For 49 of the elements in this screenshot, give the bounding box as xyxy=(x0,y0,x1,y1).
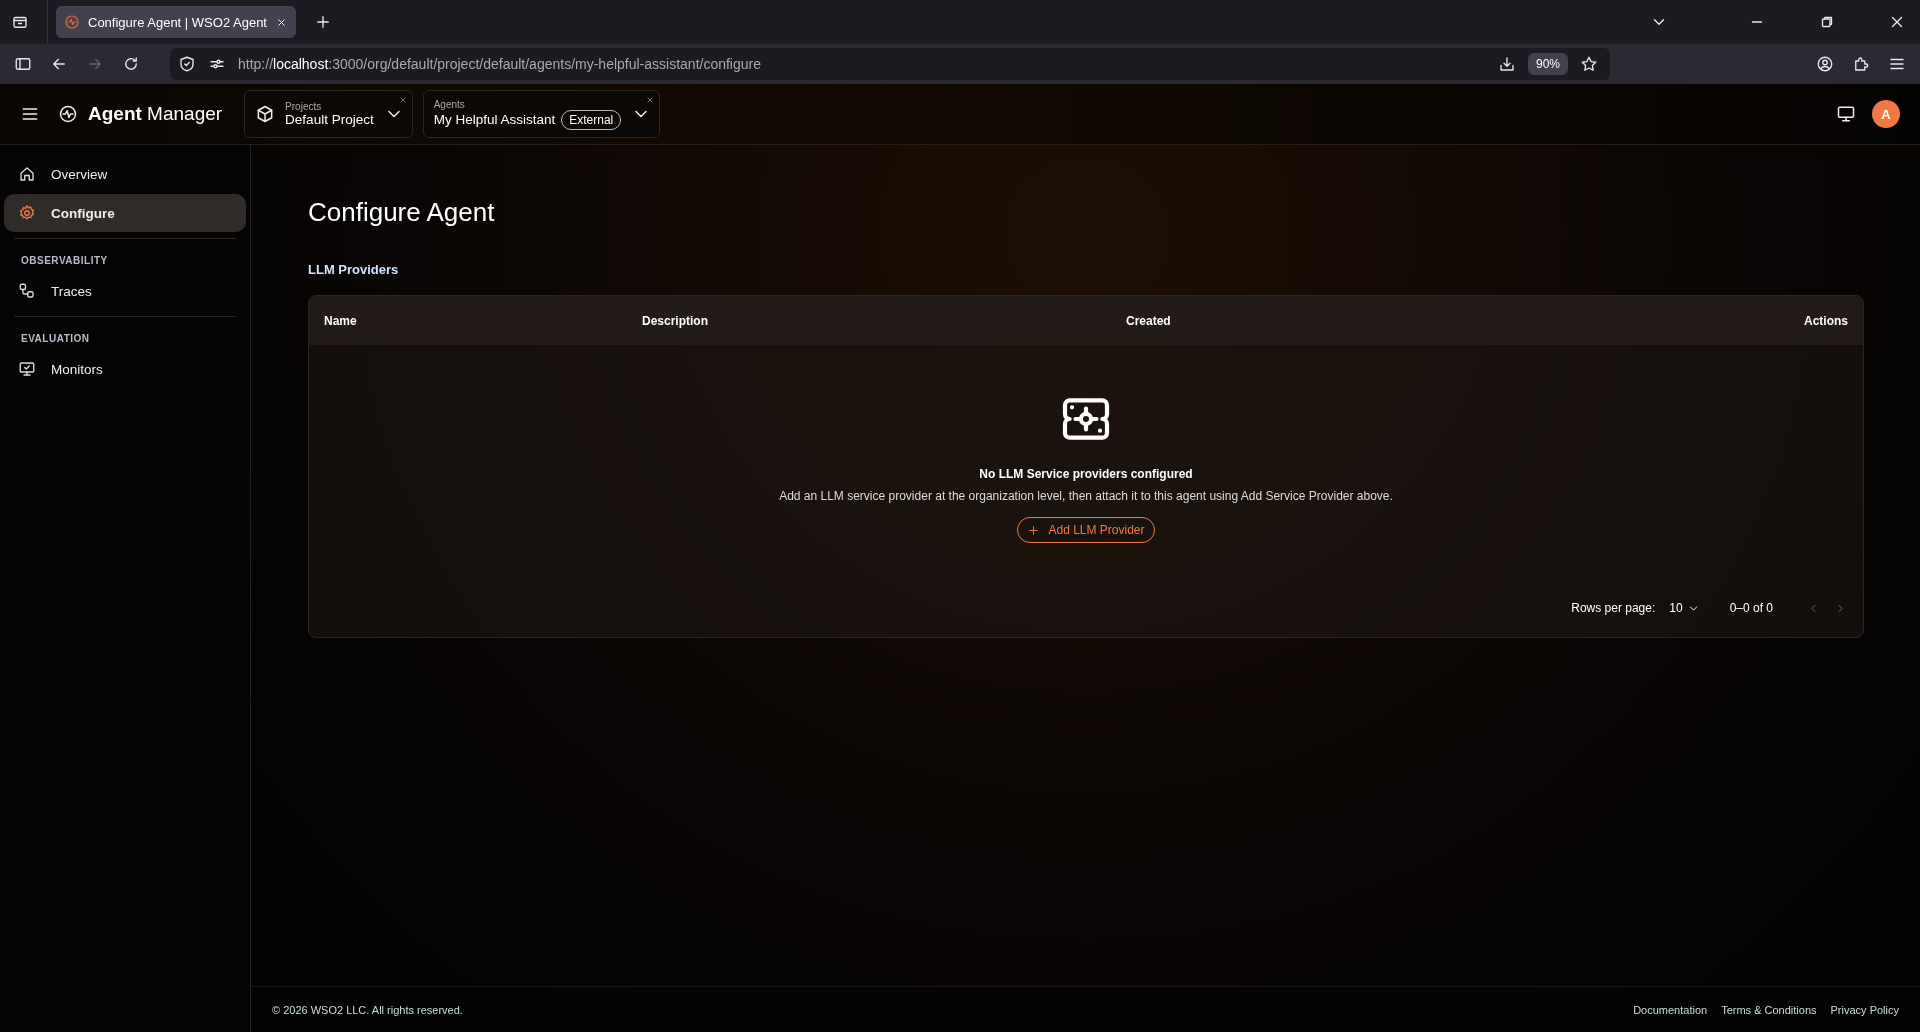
monitor-icon xyxy=(18,360,36,378)
section-heading: OBSERVABILITY xyxy=(20,254,109,268)
footer-link[interactable]: Privacy Policy xyxy=(1830,1003,1899,1016)
monitor-icon[interactable] xyxy=(1836,104,1856,124)
star-icon[interactable] xyxy=(1580,55,1598,73)
pulse-icon xyxy=(58,104,78,124)
new-tab-icon[interactable] xyxy=(314,13,332,31)
sidebar-item[interactable]: Overview xyxy=(4,155,246,193)
download-icon[interactable] xyxy=(1497,55,1516,73)
rows-per-page-select[interactable]: 10 xyxy=(1669,601,1700,615)
tab-title: Configure Agent | WSO2 Agent xyxy=(88,14,267,30)
sidebar-icon[interactable] xyxy=(14,55,32,73)
copyright-text: © 2026 WSO2 LLC. All rights reserved. xyxy=(272,1003,463,1016)
reload-icon[interactable] xyxy=(122,55,140,73)
empty-state-text: Add an LLM service provider at the organization level, then attach it to this agent using Add Service Provider above. xyxy=(779,489,1393,503)
context-selector[interactable]: Agents My Helpful Assistant External xyxy=(422,90,661,138)
selector-value: Default Project xyxy=(285,112,374,127)
column-header: Created xyxy=(1126,313,1172,328)
sidebar-item[interactable]: Configure xyxy=(4,194,246,232)
sidebar-item[interactable]: Traces xyxy=(4,272,246,310)
traces-icon xyxy=(18,282,36,300)
pulse-icon xyxy=(64,14,80,30)
puzzle-icon[interactable] xyxy=(1852,55,1870,73)
zoom-badge[interactable]: 90% xyxy=(1527,53,1568,75)
home-icon xyxy=(18,165,36,183)
shield-icon xyxy=(178,55,196,73)
empty-state-title: No LLM Service providers configured xyxy=(979,467,1193,481)
selector-label: Agents xyxy=(433,98,466,110)
account-icon[interactable] xyxy=(1816,55,1834,73)
selector-value: My Helpful Assistant xyxy=(433,112,556,127)
page-range: 0–0 of 0 xyxy=(1729,601,1773,615)
footer-link[interactable]: Terms & Conditions xyxy=(1721,1003,1817,1016)
url-text: http://localhost:3000/org/default/project/default/agents/my-helpful-assistant/configure xyxy=(238,56,762,72)
browser-tab[interactable]: Configure Agent | WSO2 Agent xyxy=(56,6,296,38)
page-title: Configure Agent xyxy=(308,197,496,228)
sidebar-item[interactable]: Monitors xyxy=(4,350,246,388)
column-header: Actions xyxy=(1804,313,1848,328)
column-header: Description xyxy=(642,313,709,328)
context-selector[interactable]: Projects Default Project xyxy=(244,90,413,138)
section-heading: EVALUATION xyxy=(20,332,91,346)
address-bar[interactable]: http://localhost:3000/org/default/project/default/agents/my-helpful-assistant/configure 90% xyxy=(170,48,1610,80)
selector-label: Projects xyxy=(285,101,323,112)
column-header: Name xyxy=(324,313,358,328)
footer-link[interactable]: Documentation xyxy=(1633,1003,1708,1016)
app-title: Agent Manager xyxy=(88,103,223,125)
section-title: LLM Providers xyxy=(308,262,400,277)
plus-icon xyxy=(1027,523,1041,537)
rows-per-page-label: Rows per page: xyxy=(1571,601,1656,615)
settings-icon xyxy=(18,204,36,222)
